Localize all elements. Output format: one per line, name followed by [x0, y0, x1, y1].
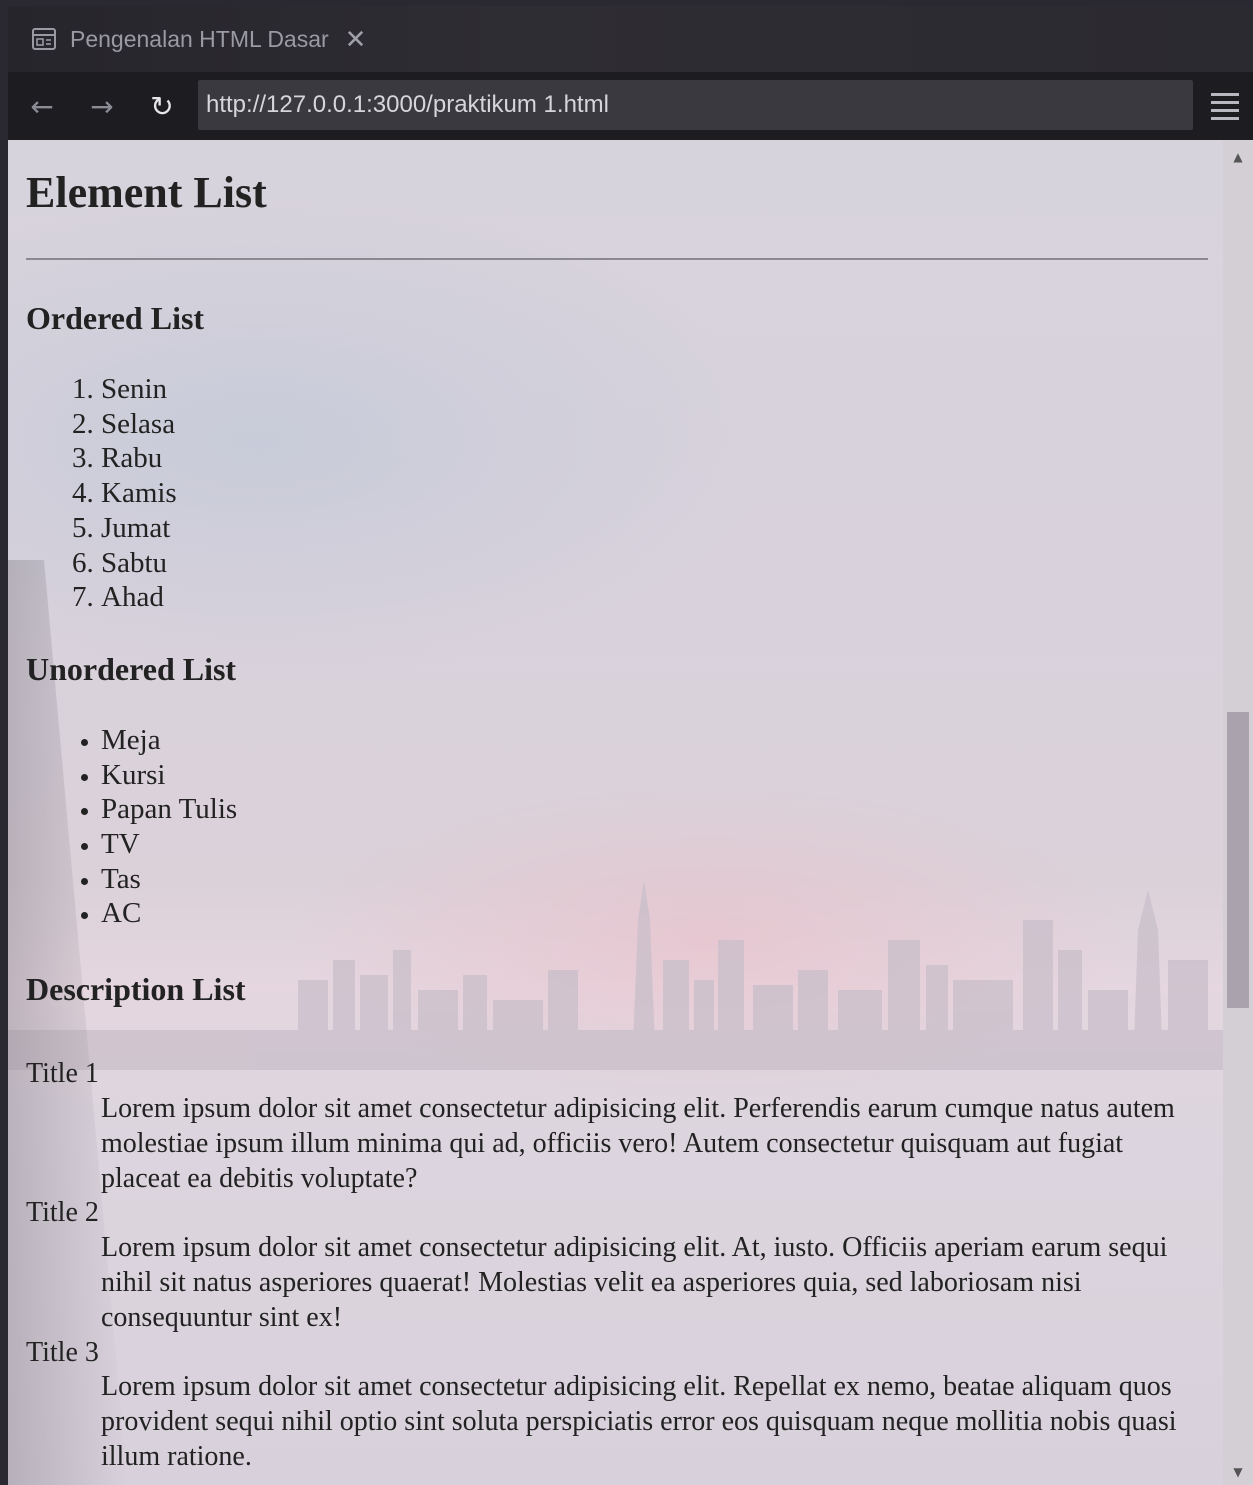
unordered-list-item: Meja	[101, 723, 1208, 758]
ordered-list-item: Senin	[101, 372, 1208, 407]
description-list: Title 1 Lorem ipsum dolor sit amet conse…	[26, 1057, 1208, 1475]
description-detail: Lorem ipsum dolor sit amet consectetur a…	[101, 1371, 1177, 1472]
unordered-list-heading: Unordered List	[26, 650, 237, 687]
description-list-heading: Description List	[26, 971, 246, 1008]
forward-arrow-icon[interactable]: →	[72, 81, 132, 131]
page-title: Element List	[26, 168, 267, 217]
unordered-list-item: AC	[101, 896, 1208, 931]
ordered-list: Senin Selasa Rabu Kamis Jumat Sabtu Ahad	[26, 372, 1208, 615]
browser-window: Pengenalan HTML Dasar ✕ ← → ↻ http://127…	[8, 6, 1253, 1485]
page-viewport: Element List Ordered List Senin Selasa R…	[8, 140, 1223, 1485]
ordered-list-heading: Ordered List	[26, 300, 205, 336]
unordered-list-item: Papan Tulis	[101, 792, 1208, 827]
ordered-list-item: Ahad	[101, 580, 1208, 615]
unordered-list-item: Tas	[101, 862, 1208, 897]
ordered-list-item: Sabtu	[101, 546, 1208, 581]
tab-active[interactable]: Pengenalan HTML Dasar ✕	[8, 6, 378, 72]
ordered-list-item: Selasa	[101, 407, 1208, 442]
description-term: Title 1	[26, 1058, 99, 1090]
reload-icon[interactable]: ↻	[132, 81, 192, 131]
close-icon[interactable]: ✕	[345, 24, 367, 55]
url-text: http://127.0.0.1:3000/praktikum 1.html	[206, 91, 609, 118]
browser-tab-icon	[32, 28, 56, 50]
unordered-list-item: TV	[101, 827, 1208, 862]
ordered-list-item: Kamis	[101, 476, 1208, 511]
unordered-list: Meja Kursi Papan Tulis TV Tas AC	[26, 723, 1208, 931]
description-term: Title 2	[26, 1197, 99, 1229]
description-detail: Lorem ipsum dolor sit amet consectetur a…	[101, 1232, 1168, 1333]
hamburger-menu-icon[interactable]	[1211, 86, 1239, 126]
address-bar[interactable]: http://127.0.0.1:3000/praktikum 1.html	[198, 80, 1193, 130]
tab-title: Pengenalan HTML Dasar	[70, 25, 329, 52]
navigation-bar: ← → ↻ http://127.0.0.1:3000/praktikum 1.…	[8, 72, 1253, 140]
ordered-list-item: Jumat	[101, 511, 1208, 546]
description-detail: Lorem ipsum dolor sit amet consectetur a…	[101, 1092, 1175, 1194]
scrollbar-thumb[interactable]	[1227, 712, 1249, 1008]
unordered-list-item: Kursi	[101, 758, 1208, 793]
tab-bar: Pengenalan HTML Dasar ✕	[8, 6, 1253, 72]
scroll-down-arrow-icon[interactable]: ▼	[1223, 1459, 1253, 1485]
ordered-list-item: Rabu	[101, 441, 1208, 476]
vertical-scrollbar[interactable]: ▲ ▼	[1223, 140, 1253, 1485]
scroll-up-arrow-icon[interactable]: ▲	[1223, 144, 1253, 170]
divider	[26, 258, 1208, 260]
description-term: Title 3	[26, 1336, 99, 1368]
back-arrow-icon[interactable]: ←	[12, 81, 72, 131]
page-content: Element List Ordered List Senin Selasa R…	[26, 140, 1208, 1475]
